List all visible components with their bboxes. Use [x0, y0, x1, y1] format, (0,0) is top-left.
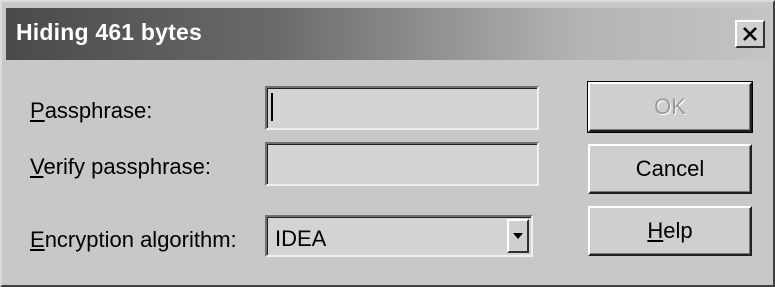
ok-button[interactable]: OK [587, 81, 753, 133]
encryption-algorithm-label: Encryption algorithm: [30, 227, 237, 253]
help-label-text: elp [663, 218, 693, 243]
passphrase-label: Passphrase: [30, 98, 152, 124]
help-label-accel: H [647, 218, 664, 243]
close-icon [743, 27, 757, 41]
verify-label-text: erify passphrase: [43, 154, 211, 179]
passphrase-label-text: assphrase: [44, 98, 153, 123]
help-button[interactable]: Help [588, 206, 752, 256]
algorithm-label-accel: E [30, 227, 45, 252]
dialog-title: Hiding 461 bytes [16, 19, 202, 45]
cancel-button[interactable]: Cancel [588, 144, 752, 194]
verify-passphrase-input[interactable] [265, 142, 539, 186]
close-button[interactable] [735, 20, 765, 48]
chevron-down-icon [513, 233, 523, 239]
verify-label-accel: V [30, 154, 44, 179]
encryption-algorithm-select[interactable]: IDEA [265, 215, 533, 257]
passphrase-input[interactable] [265, 86, 539, 130]
title-bar[interactable]: Hiding 461 bytes [6, 8, 771, 60]
algorithm-label-text: ncryption algorithm: [44, 227, 237, 252]
selected-algorithm: IDEA [275, 226, 327, 251]
dropdown-button[interactable] [507, 219, 529, 253]
verify-passphrase-label: Verify passphrase: [30, 154, 211, 180]
passphrase-label-accel: P [30, 98, 45, 123]
hiding-dialog: Hiding 461 bytes Passphrase: Verify pass… [0, 0, 775, 287]
text-caret [271, 93, 273, 121]
